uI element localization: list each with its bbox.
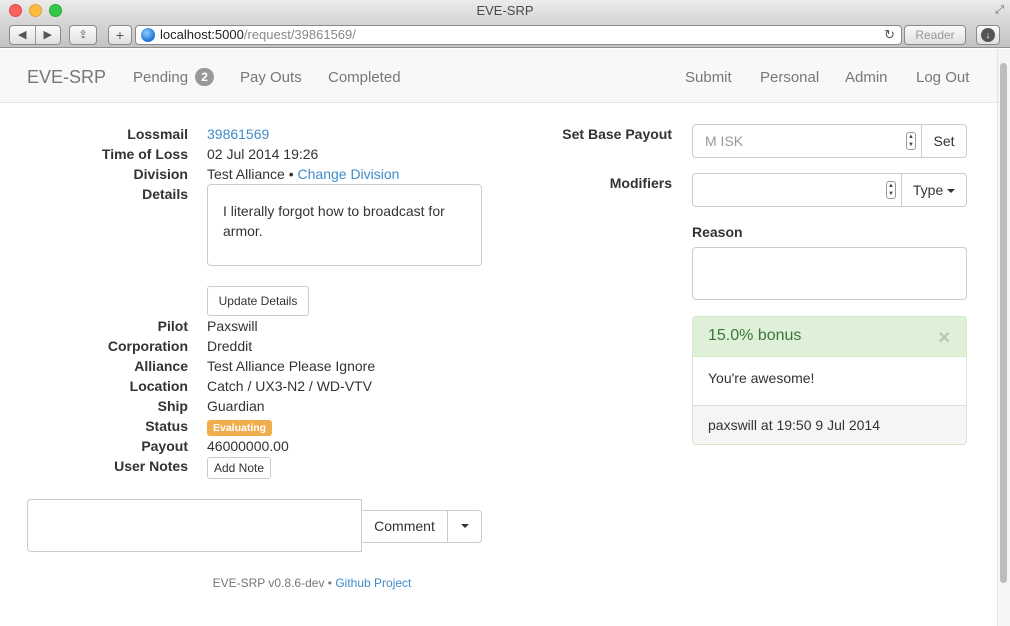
lossmail-link[interactable]: 39861569	[207, 126, 269, 142]
window-titlebar: EVE-SRP ⤢	[0, 0, 1010, 22]
modifier-value-input[interactable]: ▲ ▼	[692, 173, 902, 207]
pilot-label: Pilot	[157, 318, 188, 334]
comment-button[interactable]: Comment	[361, 510, 448, 543]
modifiers-label: Modifiers	[609, 175, 672, 191]
browser-toolbar: ◀ ▶ ⇪ + localhost:5000/request/39861569/…	[0, 22, 1010, 48]
version-text: EVE-SRP v0.8.6-dev	[212, 576, 325, 590]
address-bar[interactable]: localhost:5000/request/39861569/ ↻	[135, 25, 902, 45]
status-badge: Evaluating	[207, 420, 273, 436]
page-footer: EVE-SRP v0.8.6-dev • Github Project	[0, 576, 624, 590]
add-note-button[interactable]: Add Note	[207, 457, 271, 479]
nav-submit[interactable]: Submit	[685, 68, 732, 88]
set-base-payout-label: Set Base Payout	[562, 126, 672, 142]
nav-personal[interactable]: Personal	[760, 68, 819, 88]
nav-admin[interactable]: Admin	[845, 68, 888, 88]
fullscreen-icon[interactable]: ⤢	[995, 4, 1004, 16]
back-forward-buttons: ◀ ▶	[9, 25, 61, 45]
url-host: localhost:5000	[160, 27, 244, 42]
corporation-label: Corporation	[107, 338, 188, 354]
nav-pending-label: Pending	[133, 69, 189, 86]
location-label: Location	[129, 378, 188, 394]
update-details-button[interactable]: Update Details	[207, 286, 309, 316]
add-bookmark-icon[interactable]: +	[108, 25, 132, 45]
scrollbar-thumb[interactable]	[1000, 63, 1007, 583]
site-navbar: EVE-SRP Pending 2 Pay Outs Completed Sub…	[0, 49, 997, 103]
division-separator: •	[288, 166, 294, 182]
globe-icon	[141, 28, 155, 42]
division-label: Division	[133, 166, 188, 182]
set-base-payout-button[interactable]: Set	[921, 124, 967, 158]
time-of-loss-label: Time of Loss	[101, 146, 188, 162]
nav-pending[interactable]: Pending 2	[133, 68, 214, 88]
caret-down-icon	[460, 523, 469, 528]
nav-payouts[interactable]: Pay Outs	[240, 68, 302, 88]
window-zoom-button[interactable]	[49, 4, 62, 17]
reader-button[interactable]: Reader	[904, 25, 966, 45]
close-icon[interactable]: ×	[938, 328, 950, 348]
lossmail-label: Lossmail	[127, 126, 188, 142]
modifier-note: You're awesome!	[708, 370, 815, 386]
page-viewport: EVE-SRP Pending 2 Pay Outs Completed Sub…	[0, 49, 1010, 626]
division-value: Test Alliance • Change Division	[207, 166, 399, 182]
pending-count-badge: 2	[195, 68, 214, 86]
modifier-panel: 15.0% bonus × You're awesome! paxswill a…	[692, 316, 967, 445]
github-project-link[interactable]: Github Project	[335, 576, 411, 590]
modifier-footer: paxswill at 19:50 9 Jul 2014	[693, 405, 966, 444]
nav-logout[interactable]: Log Out	[916, 68, 969, 88]
alliance-label: Alliance	[134, 358, 188, 374]
modifier-heading: 15.0% bonus ×	[693, 317, 966, 357]
pilot-value: Paxswill	[207, 318, 258, 334]
modifier-type-label: Type	[912, 182, 944, 198]
status-label: Status	[145, 418, 188, 434]
ship-label: Ship	[157, 398, 188, 414]
comment-options-dropdown[interactable]	[447, 510, 482, 543]
download-icon: ↓	[981, 28, 995, 42]
window-close-button[interactable]	[9, 4, 22, 17]
window-title: EVE-SRP	[476, 3, 534, 18]
status-value: Evaluating	[207, 418, 273, 436]
details-label: Details	[142, 186, 188, 202]
page-scrollbar[interactable]	[997, 49, 1010, 626]
modifier-stepper-icon[interactable]: ▲ ▼	[886, 181, 896, 199]
reason-textarea[interactable]	[692, 247, 967, 300]
nav-completed[interactable]: Completed	[328, 68, 401, 88]
back-icon[interactable]: ◀	[10, 26, 36, 44]
base-payout-stepper-icon[interactable]: ▲ ▼	[906, 132, 916, 150]
payout-value: 46000000.00	[207, 438, 289, 454]
base-payout-placeholder: M ISK	[705, 133, 744, 149]
modifier-type-dropdown[interactable]: Type	[901, 173, 967, 207]
modifier-title: 15.0% bonus	[708, 327, 802, 344]
time-of-loss-value: 02 Jul 2014 19:26	[207, 146, 319, 162]
forward-icon[interactable]: ▶	[36, 26, 61, 44]
window-minimize-button[interactable]	[29, 4, 42, 17]
footer-separator: •	[327, 576, 332, 590]
downloads-button[interactable]: ↓	[976, 25, 1000, 45]
ship-value: Guardian	[207, 398, 265, 414]
location-value: Catch / UX3-N2 / WD-VTV	[207, 378, 372, 394]
payout-label: Payout	[141, 438, 188, 454]
reload-icon[interactable]: ↻	[884, 26, 895, 44]
user-notes-label: User Notes	[114, 458, 188, 474]
url-path: /request/39861569/	[243, 27, 356, 42]
division-name: Test Alliance	[207, 166, 285, 182]
change-division-link[interactable]: Change Division	[298, 166, 400, 182]
comment-textarea[interactable]	[27, 499, 362, 552]
brand-link[interactable]: EVE-SRP	[27, 67, 106, 87]
reason-label: Reason	[692, 224, 743, 240]
base-payout-input[interactable]: M ISK ▲ ▼	[692, 124, 922, 158]
alliance-value: Test Alliance Please Ignore	[207, 358, 376, 374]
details-textbox[interactable]: I literally forgot how to broadcast for …	[207, 184, 482, 266]
caret-down-icon	[947, 189, 956, 194]
corporation-value: Dreddit	[207, 338, 253, 354]
share-icon[interactable]: ⇪	[69, 25, 97, 45]
